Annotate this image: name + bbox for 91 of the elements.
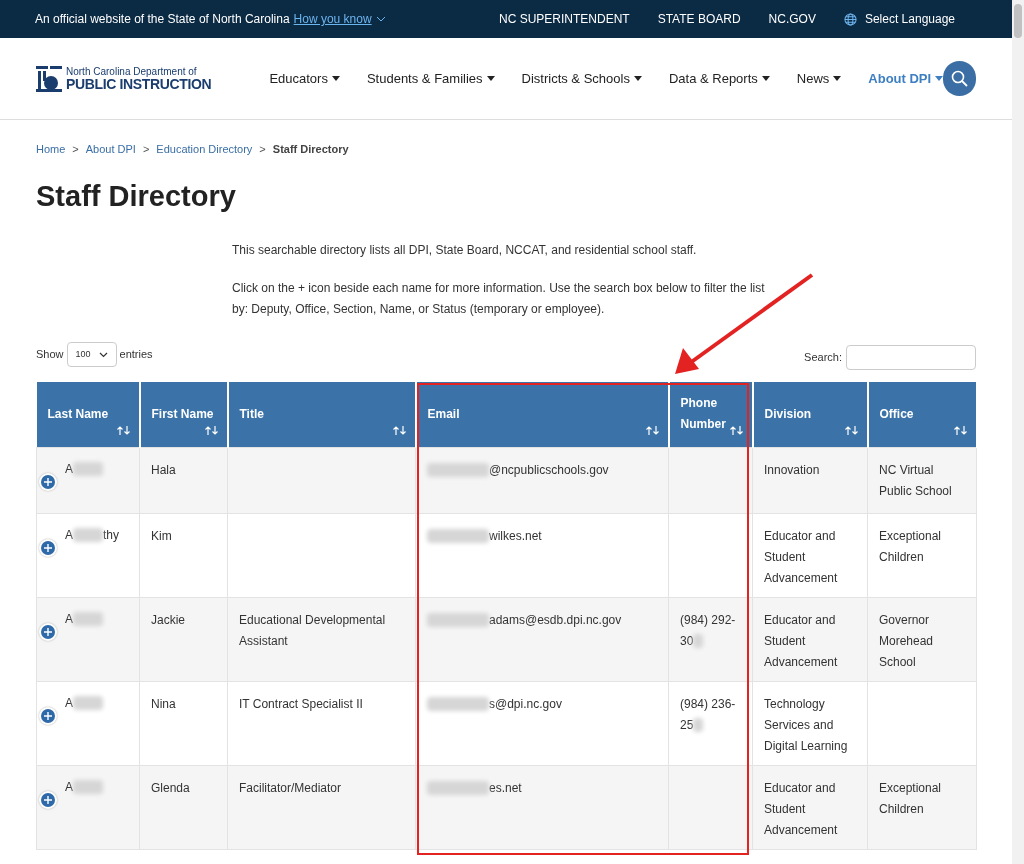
table-cell: Hala (139, 447, 228, 513)
entries-select[interactable]: 100 (66, 342, 117, 367)
sort-icon (953, 425, 968, 435)
table-cell: A (36, 765, 140, 849)
sort-icon (392, 425, 407, 435)
table-cell: IT Contract Specialist II (227, 681, 416, 765)
top-link[interactable]: NC.GOV (768, 10, 816, 28)
table-cell: Exceptional Children (867, 765, 977, 849)
column-header[interactable]: Last Name (36, 382, 140, 447)
dpi-logo[interactable]: North Carolina Department of PUBLIC INSTRUCTION (36, 65, 212, 92)
breadcrumb-current: Staff Directory (272, 142, 349, 157)
table-cell: A (36, 597, 140, 681)
breadcrumb-link[interactable]: About DPI (85, 141, 136, 158)
caret-icon (331, 76, 340, 81)
column-header[interactable]: Division (752, 382, 868, 447)
breadcrumb-separator: > (142, 142, 150, 157)
table-cell: Governor Morehead School (867, 597, 977, 681)
table-cell: NC Virtual Public School (867, 447, 977, 513)
sort-icon (645, 425, 660, 435)
table-cell: Nina (139, 681, 228, 765)
official-text: An official website of the State of North Carolina (35, 11, 290, 28)
table-cell: wilkes.net (415, 513, 669, 597)
entries-label: entries (119, 347, 153, 363)
search-button[interactable] (943, 61, 976, 96)
table-cell: (984) 292-30 (668, 597, 753, 681)
caret-icon (486, 76, 495, 81)
breadcrumb-separator: > (72, 142, 79, 157)
expand-icon[interactable] (41, 624, 55, 639)
top-link[interactable]: NC SUPERINTENDENT (499, 10, 630, 28)
nav-item[interactable]: Students & Families (366, 68, 495, 89)
nav-item[interactable]: News (796, 68, 842, 89)
expand-icon[interactable] (41, 708, 55, 723)
expand-icon[interactable] (41, 474, 55, 489)
expand-icon[interactable] (41, 540, 55, 555)
table-cell: Educator and Student Advancement (752, 765, 868, 849)
language-link[interactable]: Select Language (843, 10, 955, 28)
expand-icon[interactable] (41, 792, 55, 807)
breadcrumb-link[interactable]: Education Directory (156, 141, 253, 158)
top-link[interactable]: STATE BOARD (657, 10, 741, 28)
table-cell: A (36, 681, 140, 765)
caret-icon (761, 76, 770, 81)
search-field[interactable] (846, 345, 976, 370)
globe-icon (843, 12, 857, 26)
sort-icon (204, 425, 219, 435)
nav-item[interactable]: Districts & Schools (521, 68, 642, 89)
breadcrumb-link[interactable]: Home (36, 141, 66, 158)
table-cell: Glenda (139, 765, 228, 849)
table-cell: Educator and Student Advancement (752, 513, 868, 597)
table-cell: Innovation (752, 447, 868, 513)
sort-icon (844, 425, 859, 435)
table-cell: adams@esdb.dpi.nc.gov (415, 597, 669, 681)
nav-item[interactable]: Data & Reports (668, 68, 770, 89)
table-cell: s@dpi.nc.gov (415, 681, 669, 765)
table-cell: Jackie (139, 597, 228, 681)
column-header[interactable]: First Name (139, 382, 228, 447)
column-header[interactable]: Office (867, 382, 977, 447)
table-cell: Facilitator/Mediator (227, 765, 416, 849)
nav-item[interactable]: Educators (269, 68, 340, 89)
intro-paragraph: Click on the + icon beside each name for more information. Use the search box below to filter the list by: Deputy, Office, Section, Name, or Status (temporary or employee). (232, 280, 766, 318)
intro-paragraph: This searchable directory lists all DPI, State Board, NCCAT, and residential school staff. (232, 242, 698, 259)
nav-item[interactable]: About DPI (868, 68, 944, 89)
page-title: Staff Directory (35, 178, 237, 214)
table-cell: Kim (139, 513, 228, 597)
chevron-icon (375, 16, 386, 22)
sort-icon (116, 425, 131, 435)
logo-line: North Carolina Department of (66, 66, 198, 77)
caret-icon (633, 76, 642, 81)
caret-icon (935, 76, 944, 81)
scrollbar[interactable] (1012, 0, 1024, 864)
column-header[interactable]: Title (227, 382, 416, 447)
table-cell: @ncpublicschools.gov (415, 447, 669, 513)
table-cell: (984) 236-25 (668, 681, 753, 765)
table-cell: A thy (36, 513, 140, 597)
table-cell: Technology Services and Digital Learning (752, 681, 868, 765)
logo-mark-icon (36, 65, 62, 92)
column-header[interactable]: Email (415, 382, 669, 447)
logo-title: PUBLIC INSTRUCTION (66, 76, 212, 91)
sort-icon (729, 425, 744, 435)
search-label: Search: (804, 350, 842, 366)
chevron-icon (98, 351, 108, 358)
search-icon (951, 70, 969, 87)
how-you-know-link[interactable]: How you know (293, 10, 386, 28)
column-header[interactable]: Phone Number (668, 382, 753, 447)
table-cell: es.net (415, 765, 669, 849)
table-cell: Educational Developmental Assistant (227, 597, 416, 681)
table-cell: A (36, 447, 140, 513)
caret-icon (833, 76, 842, 81)
breadcrumb-separator: > (259, 142, 266, 157)
table-cell: Exceptional Children (867, 513, 977, 597)
table-cell: Educator and Student Advancement (752, 597, 868, 681)
show-label: Show (36, 347, 64, 363)
